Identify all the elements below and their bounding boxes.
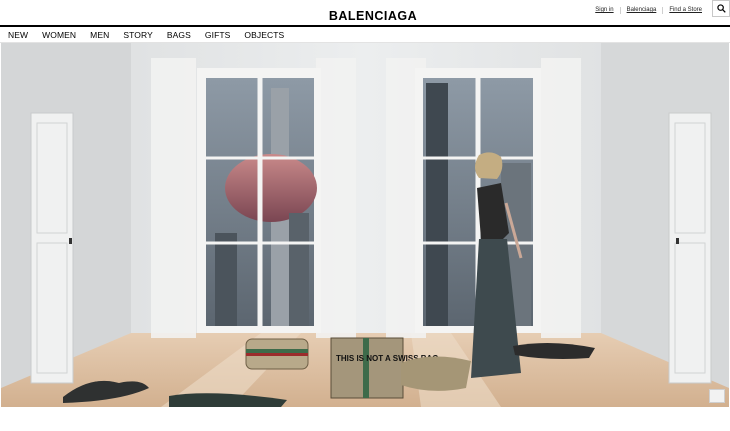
nav-item-women[interactable]: WOMEN: [42, 30, 76, 40]
balenciaga-link[interactable]: Balenciaga: [621, 6, 663, 14]
sign-in-link[interactable]: Sign in: [589, 6, 619, 14]
nav-item-new[interactable]: NEW: [8, 30, 28, 40]
nav-item-bags[interactable]: BAGS: [167, 30, 191, 40]
utility-links: Sign in Balenciaga Find a Store: [589, 6, 708, 14]
search-icon: [716, 4, 726, 13]
top-bar: BALENCIAGA Sign in Balenciaga Find a Sto…: [0, 0, 730, 26]
main-nav: NEW WOMEN MEN STORY BAGS GIFTS OBJECTS: [0, 27, 730, 43]
hero-scene: THIS IS NOT A SWISS BAG: [1, 43, 729, 407]
nav-item-story[interactable]: STORY: [123, 30, 152, 40]
search-button[interactable]: [712, 0, 730, 17]
nav-item-objects[interactable]: OBJECTS: [244, 30, 284, 40]
hero-image[interactable]: THIS IS NOT A SWISS BAG: [1, 43, 729, 407]
video-badge[interactable]: [709, 389, 725, 403]
find-a-store-link[interactable]: Find a Store: [663, 6, 708, 14]
nav-item-gifts[interactable]: GIFTS: [205, 30, 231, 40]
nav-item-men[interactable]: MEN: [90, 30, 109, 40]
